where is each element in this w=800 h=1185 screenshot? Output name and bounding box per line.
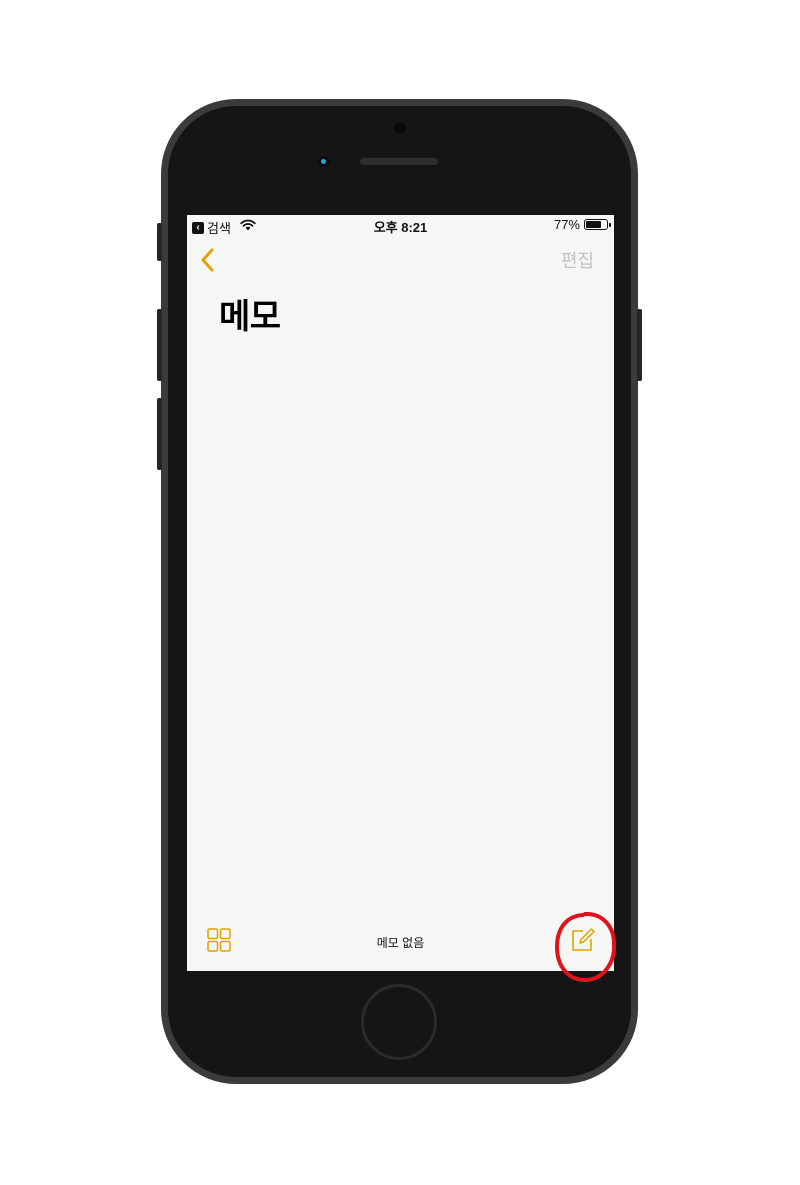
mute-switch (157, 223, 162, 261)
battery-percent: 77% (553, 217, 580, 232)
battery-indicator: 77% (553, 217, 611, 232)
compose-note-icon[interactable] (569, 926, 597, 954)
status-bar: ‹ 검색 오후 8:21 77% (187, 215, 614, 236)
chevron-left-icon[interactable] (197, 245, 217, 275)
earpiece-speaker (360, 158, 438, 165)
battery-fill (586, 221, 601, 228)
status-time: 오후 8:21 (373, 220, 428, 235)
volume-up-button (157, 309, 162, 381)
screen: ‹ 검색 오후 8:21 77% 편집 메모 메모 없음 (187, 215, 614, 971)
home-button[interactable] (361, 984, 437, 1060)
notes-count-status: 메모 없음 (376, 936, 425, 950)
power-button (637, 309, 642, 381)
battery-tip (609, 223, 611, 227)
bottom-toolbar: 메모 없음 (187, 921, 614, 971)
front-camera (394, 122, 406, 134)
volume-down-button (157, 398, 162, 470)
page-title: 메모 (219, 298, 281, 336)
battery-icon (584, 219, 611, 230)
proximity-sensor (318, 156, 330, 168)
edit-button[interactable]: 편집 (561, 247, 594, 273)
